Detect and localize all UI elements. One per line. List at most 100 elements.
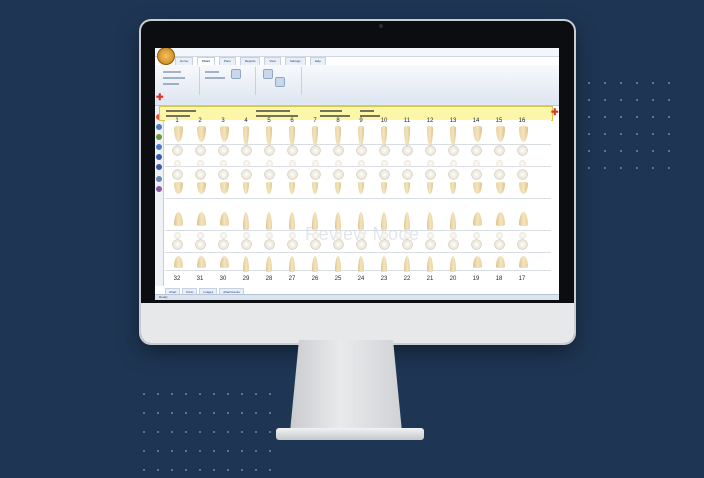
upper-tooth-root-2[interactable]	[266, 182, 272, 194]
lower-tooth-root-2[interactable]	[197, 256, 206, 268]
lower-tooth-occlusal[interactable]	[266, 232, 273, 239]
app-menu-icon[interactable]	[157, 48, 175, 65]
lower-tooth-occlusal[interactable]	[358, 232, 365, 239]
lower-tooth-root-2[interactable]	[312, 256, 318, 272]
lower-tooth-root[interactable]	[381, 212, 387, 230]
upper-tooth-crown-2[interactable]	[472, 170, 481, 179]
lower-tooth-occlusal[interactable]	[289, 232, 296, 239]
upper-tooth-crown[interactable]	[173, 146, 182, 155]
lower-tooth-crown[interactable]	[357, 240, 366, 249]
upper-tooth-crown[interactable]	[334, 146, 343, 155]
lower-tooth-root-2[interactable]	[427, 256, 433, 272]
lower-tooth-root[interactable]	[335, 212, 341, 230]
lower-tooth-root[interactable]	[289, 212, 295, 230]
upper-tooth-root[interactable]	[404, 126, 410, 146]
upper-tooth-root[interactable]	[243, 126, 249, 146]
upper-tooth-crown-2[interactable]	[242, 170, 251, 179]
upper-tooth-root[interactable]	[312, 126, 318, 146]
lower-tooth-crown[interactable]	[518, 240, 527, 249]
lower-tooth-root[interactable]	[220, 212, 229, 226]
lower-tooth-occlusal[interactable]	[197, 232, 204, 239]
upper-tooth-crown[interactable]	[242, 146, 251, 155]
tool-icon[interactable]	[156, 144, 162, 150]
lower-tooth-crown[interactable]	[472, 240, 481, 249]
lower-tooth-root[interactable]	[427, 212, 433, 230]
lower-tooth-crown[interactable]	[196, 240, 205, 249]
upper-tooth-root[interactable]	[266, 126, 272, 146]
upper-tooth-crown-2[interactable]	[403, 170, 412, 179]
upper-tooth-occlusal[interactable]	[289, 160, 296, 167]
lower-tooth-crown[interactable]	[403, 240, 412, 249]
upper-tooth-root[interactable]	[473, 126, 482, 142]
upper-tooth-root[interactable]	[220, 126, 229, 142]
lower-tooth-occlusal[interactable]	[220, 232, 227, 239]
upper-tooth-occlusal[interactable]	[243, 160, 250, 167]
tool-icon[interactable]	[156, 134, 162, 140]
lower-tooth-occlusal[interactable]	[312, 232, 319, 239]
lower-tooth-crown[interactable]	[426, 240, 435, 249]
upper-tooth-crown-2[interactable]	[265, 170, 274, 179]
lower-tooth-crown[interactable]	[173, 240, 182, 249]
upper-tooth-crown-2[interactable]	[380, 170, 389, 179]
ribbon-button[interactable]	[263, 69, 273, 79]
upper-tooth-root[interactable]	[197, 126, 206, 142]
upper-tooth-crown[interactable]	[472, 146, 481, 155]
upper-tooth-crown[interactable]	[380, 146, 389, 155]
upper-tooth-crown[interactable]	[426, 146, 435, 155]
upper-tooth-occlusal[interactable]	[473, 160, 480, 167]
lower-tooth-root[interactable]	[312, 212, 318, 230]
upper-tooth-occlusal[interactable]	[404, 160, 411, 167]
lower-tooth-crown[interactable]	[449, 240, 458, 249]
lower-tooth-root-2[interactable]	[381, 256, 387, 272]
lower-tooth-occlusal[interactable]	[496, 232, 503, 239]
upper-tooth-crown-2[interactable]	[426, 170, 435, 179]
upper-tooth-occlusal[interactable]	[220, 160, 227, 167]
upper-tooth-root-2[interactable]	[197, 182, 206, 194]
upper-tooth-crown[interactable]	[357, 146, 366, 155]
lower-tooth-occlusal[interactable]	[427, 232, 434, 239]
upper-tooth-crown-2[interactable]	[196, 170, 205, 179]
lower-tooth-occlusal[interactable]	[404, 232, 411, 239]
lower-tooth-root[interactable]	[519, 212, 528, 226]
lower-tooth-crown[interactable]	[288, 240, 297, 249]
upper-tooth-crown-2[interactable]	[288, 170, 297, 179]
upper-tooth-occlusal[interactable]	[335, 160, 342, 167]
tool-icon[interactable]	[156, 124, 162, 130]
upper-tooth-occlusal[interactable]	[312, 160, 319, 167]
upper-tooth-occlusal[interactable]	[519, 160, 526, 167]
upper-tooth-root-2[interactable]	[174, 182, 183, 194]
upper-tooth-crown[interactable]	[265, 146, 274, 155]
upper-tooth-root[interactable]	[174, 126, 183, 142]
lower-tooth-root-2[interactable]	[473, 256, 482, 268]
upper-tooth-occlusal[interactable]	[358, 160, 365, 167]
lower-tooth-root[interactable]	[404, 212, 410, 230]
upper-tooth-root-2[interactable]	[473, 182, 482, 194]
upper-tooth-crown-2[interactable]	[219, 170, 228, 179]
upper-tooth-root-2[interactable]	[427, 182, 433, 194]
lower-tooth-occlusal[interactable]	[243, 232, 250, 239]
lower-tooth-occlusal[interactable]	[335, 232, 342, 239]
lower-tooth-crown[interactable]	[311, 240, 320, 249]
lower-tooth-root-2[interactable]	[266, 256, 272, 272]
medical-alert-icon[interactable]: ✚	[156, 93, 164, 102]
upper-tooth-root-2[interactable]	[289, 182, 295, 194]
lower-tooth-root-2[interactable]	[220, 256, 229, 268]
lower-tooth-root[interactable]	[266, 212, 272, 230]
lower-tooth-crown[interactable]	[265, 240, 274, 249]
tool-icon[interactable]	[156, 176, 162, 182]
ribbon-button[interactable]	[231, 69, 241, 79]
tool-icon[interactable]	[156, 154, 162, 160]
lower-tooth-crown[interactable]	[334, 240, 343, 249]
upper-tooth-root-2[interactable]	[404, 182, 410, 194]
upper-tooth-crown[interactable]	[449, 146, 458, 155]
lower-tooth-root[interactable]	[358, 212, 364, 230]
lower-tooth-root-2[interactable]	[404, 256, 410, 272]
alert-icon-right[interactable]: ✚	[551, 108, 559, 117]
upper-tooth-root-2[interactable]	[220, 182, 229, 194]
lower-tooth-root-2[interactable]	[450, 256, 456, 272]
lower-tooth-occlusal[interactable]	[381, 232, 388, 239]
upper-tooth-root-2[interactable]	[496, 182, 505, 194]
lower-tooth-occlusal[interactable]	[450, 232, 457, 239]
lower-tooth-occlusal[interactable]	[473, 232, 480, 239]
upper-tooth-crown[interactable]	[403, 146, 412, 155]
